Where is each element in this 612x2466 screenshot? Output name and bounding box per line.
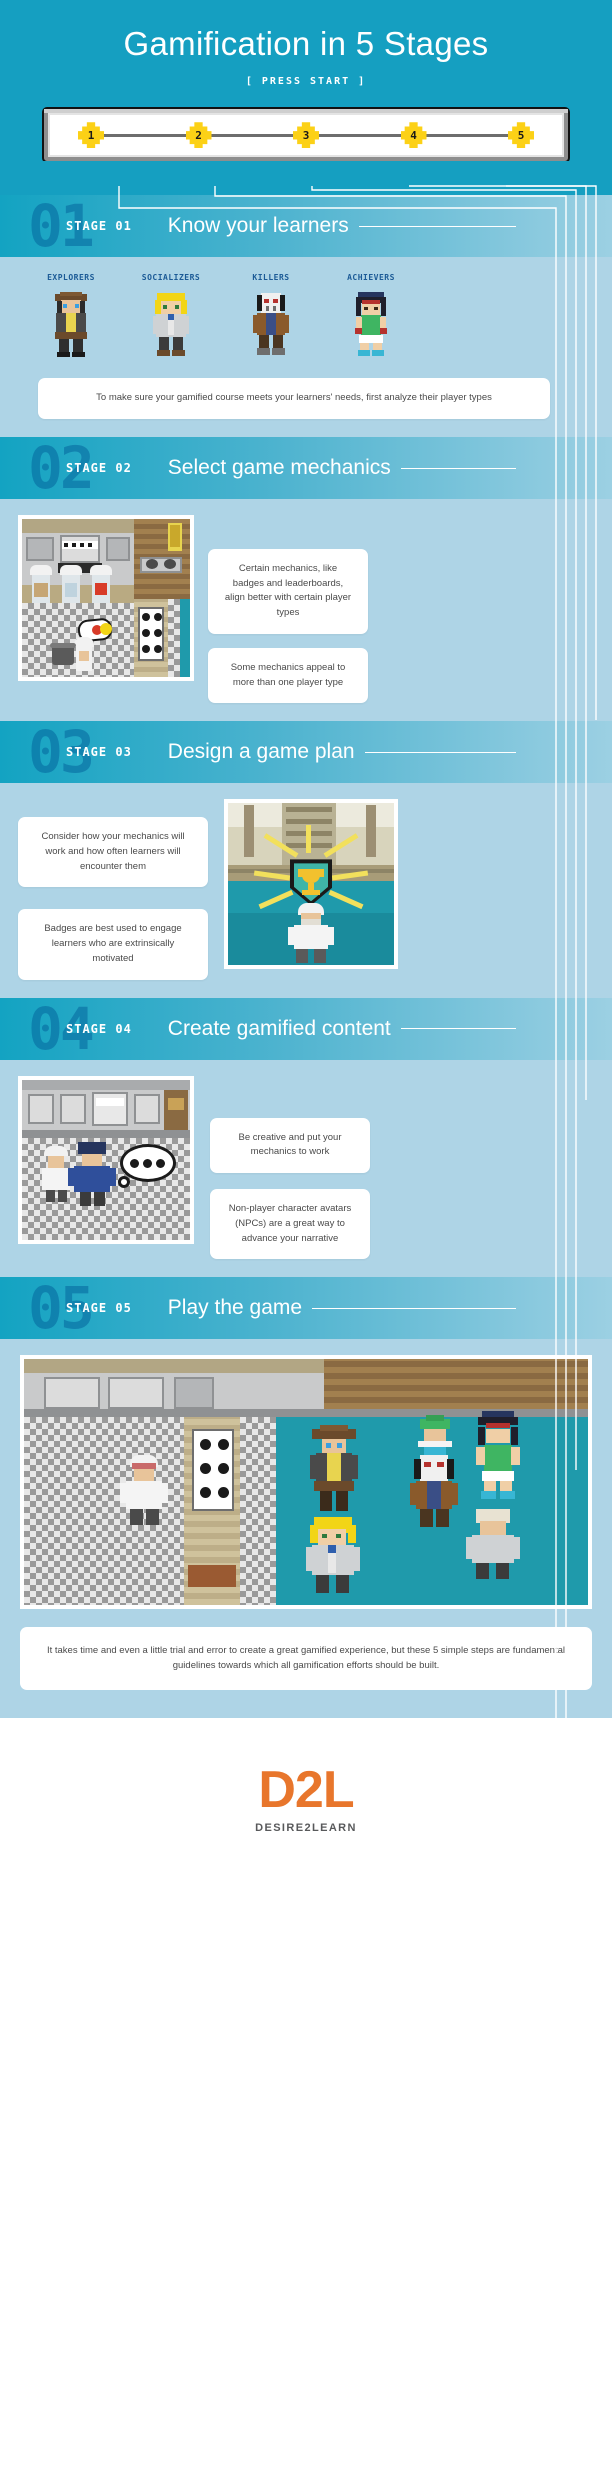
stage-01-heading: Know your learners (167, 214, 349, 238)
player-type-label: EXPLORERS (47, 273, 95, 283)
socializer-sprite (147, 292, 195, 358)
stage-03-callouts: Consider how your mechanics will work an… (18, 817, 208, 980)
stage-03-heading: Design a game plan (167, 740, 355, 764)
stage-05-band: 05 STAGE 05 Play the game (0, 1277, 612, 1340)
stage-04-band: 04 STAGE 04 Create gamified content (0, 997, 612, 1060)
stage-03-band: 03 STAGE 03 Design a game plan (0, 721, 612, 784)
stage-05: 05 STAGE 05 Play the game It takes time … (0, 1277, 612, 1718)
page-title: Gamification in 5 Stages (123, 25, 489, 62)
stage-02-callout-1: Certain mechanics, like badges and leade… (208, 549, 368, 634)
stage-01-body: EXPLORERS SOCIALIZERS KILLERS ACHIEVERS … (0, 257, 612, 437)
stage-01-callout-1: To make sure your gamified course meets … (38, 378, 550, 420)
stage-04-scene (18, 1075, 194, 1244)
player-type-label: SOCIALIZERS (141, 273, 201, 283)
progress-node-4[interactable]: 4 (401, 122, 427, 148)
d2l-tagline: DESIRE2LEARN (255, 1821, 357, 1834)
player-type-explorers: EXPLORERS (34, 273, 108, 358)
stage-05-dash (312, 1307, 516, 1309)
stage-01-callout-wrap: To make sure your gamified course meets … (38, 378, 550, 420)
stage-04-dash (400, 1028, 516, 1030)
player-type-label: ACHIEVERS (347, 273, 395, 283)
final-note: It takes time and even a little trial an… (20, 1627, 592, 1690)
player-types-row: EXPLORERS SOCIALIZERS KILLERS ACHIEVERS (0, 273, 612, 358)
stage-05-scene (20, 1355, 592, 1610)
stage-04-heading: Create gamified content (167, 1016, 391, 1040)
header: Gamification in 5 Stages [ PRESS START ]… (0, 0, 612, 196)
stage-05-body: It takes time and even a little trial an… (0, 1339, 612, 1717)
explorer-sprite (47, 292, 95, 358)
node-label: 4 (410, 128, 417, 142)
player-type-achievers: ACHIEVERS (334, 273, 408, 358)
player-type-killers: KILLERS (234, 273, 308, 358)
stage-04-callouts: Be creative and put your mechanics to wo… (210, 1117, 370, 1260)
player-type-socializers: SOCIALIZERS (134, 273, 208, 358)
stage-02: 02 STAGE 02 Select game mechanics Certai… (0, 437, 612, 722)
stage-02-heading: Select game mechanics (167, 456, 391, 480)
stage-04: 04 STAGE 04 Create gamified content Be c… (0, 997, 612, 1278)
stage-03-callout-1: Consider how your mechanics will work an… (18, 817, 208, 888)
stage-05-scene-wrap (0, 1355, 612, 1610)
infographic-page: Gamification in 5 Stages [ PRESS START ]… (0, 0, 612, 1960)
stage-05-tag: STAGE 05 (66, 1301, 132, 1316)
node-label: 3 (302, 128, 310, 142)
stage-02-body: Certain mechanics, like badges and leade… (0, 499, 612, 721)
stage-04-callout-2: Non-player character avatars (NPCs) are … (210, 1189, 370, 1260)
stage-02-dash (400, 467, 516, 469)
stage-03-body: Consider how your mechanics will work an… (0, 783, 612, 997)
stage-03-callout-2: Badges are best used to engage learners … (18, 909, 208, 980)
stage-01: 01 STAGE 01 Know your learners EXPLORERS (0, 195, 612, 438)
stage-02-scene (18, 515, 194, 682)
stage-02-band: 02 STAGE 02 Select game mechanics (0, 437, 612, 500)
stage-01-dash (358, 225, 516, 227)
progress-node-5[interactable]: 5 (508, 122, 534, 148)
stage-progress-bar: 1 2 3 4 5 (44, 109, 568, 162)
stage-03-dash (364, 751, 516, 753)
footer: D2L DESIRE2LEARN (0, 1717, 612, 1878)
stage-03: 03 STAGE 03 Design a game plan Consider … (0, 721, 612, 998)
stage-03-tag: STAGE 03 (66, 745, 132, 760)
progress-nodes: 1 2 3 4 5 (78, 109, 534, 161)
d2l-logo: D2L (258, 1760, 354, 1819)
node-label: 5 (517, 128, 525, 142)
stage-01-band: 01 STAGE 01 Know your learners (0, 195, 612, 258)
stage-02-callouts: Certain mechanics, like badges and leade… (208, 549, 368, 704)
node-label: 2 (195, 128, 202, 142)
stage-05-heading: Play the game (167, 1296, 303, 1320)
progress-node-1[interactable]: 1 (78, 122, 104, 148)
progress-node-2[interactable]: 2 (186, 122, 212, 148)
player-type-label: KILLERS (252, 273, 290, 283)
press-start-label: [ PRESS START ] (245, 76, 367, 88)
header-spacer (0, 161, 612, 196)
stage-05-spacer (0, 1690, 612, 1700)
stage-04-tag: STAGE 04 (66, 1021, 132, 1036)
progress-node-3[interactable]: 3 (293, 122, 319, 148)
stage-02-callout-2: Some mechanics appeal to more than one p… (208, 647, 368, 704)
achiever-sprite (347, 292, 395, 358)
stage-03-scene (224, 799, 398, 970)
stage-04-body: Be creative and put your mechanics to wo… (0, 1060, 612, 1278)
killer-sprite (247, 292, 295, 358)
node-label: 1 (87, 128, 95, 142)
stage-02-tag: STAGE 02 (66, 461, 132, 476)
stage-01-tag: STAGE 01 (66, 219, 132, 234)
stage-04-callout-1: Be creative and put your mechanics to wo… (210, 1117, 370, 1174)
